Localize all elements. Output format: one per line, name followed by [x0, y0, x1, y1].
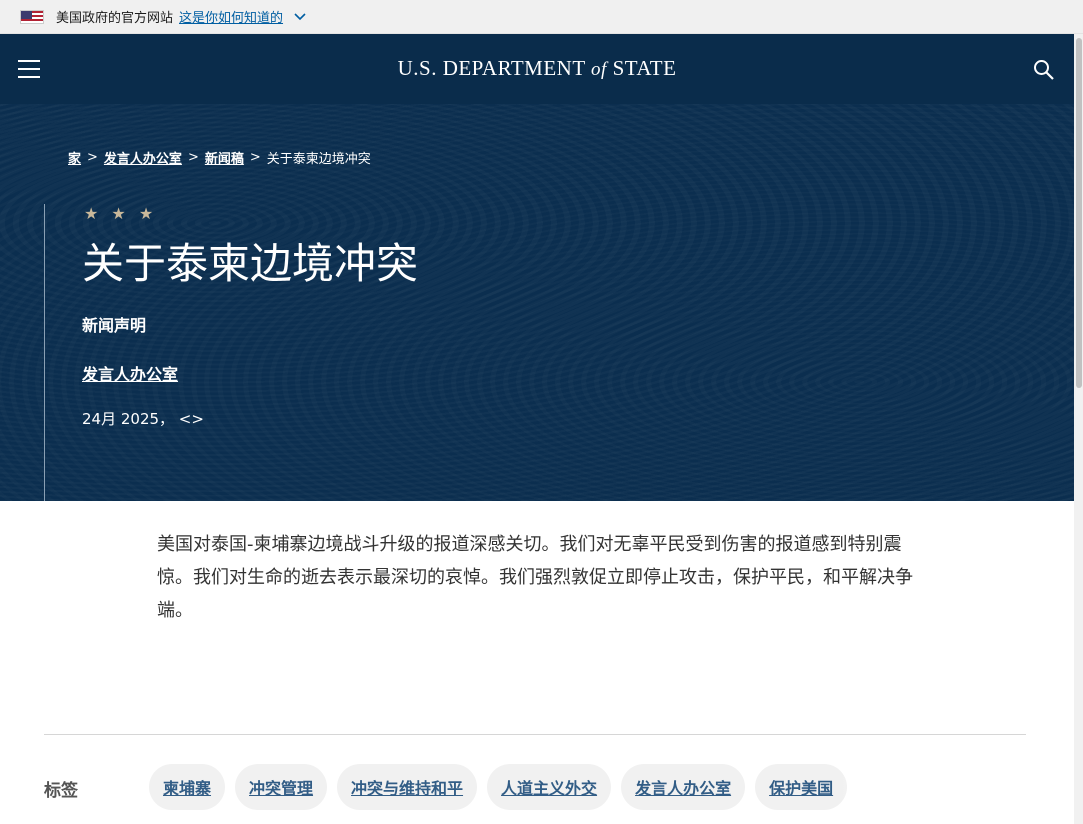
page-title: 关于泰柬边境冲突: [82, 239, 419, 288]
how-you-know-link[interactable]: 这是你如何知道的: [179, 7, 283, 26]
tag-conflict-management[interactable]: 冲突管理: [235, 764, 328, 810]
tags-label: 标签: [44, 781, 78, 801]
us-flag-icon: [20, 9, 44, 24]
breadcrumb-home[interactable]: 家: [68, 148, 81, 167]
breadcrumb-separator: >: [249, 150, 261, 165]
chevron-down-icon[interactable]: [293, 10, 307, 24]
publish-date: 24月 2025， <>: [82, 410, 204, 428]
breadcrumb-press-releases[interactable]: 新闻稿: [205, 148, 244, 167]
site-logo[interactable]: U.S. DEPARTMENT of STATE: [0, 56, 1074, 81]
tag-spokesperson-office[interactable]: 发言人办公室: [621, 764, 746, 810]
breadcrumb-separator: >: [187, 150, 199, 165]
hero-divider: [44, 204, 45, 501]
site-header: U.S. DEPARTMENT of STATE: [0, 34, 1074, 104]
hero-banner: 家 > 发言人办公室 > 新闻稿 > 关于泰柬边境冲突 ★ ★ ★ 关于泰柬边境…: [0, 104, 1074, 501]
divider: [44, 734, 1026, 735]
office-link[interactable]: 发言人办公室: [82, 361, 178, 385]
tag-protecting-america[interactable]: 保护美国: [755, 764, 848, 810]
document-type: 新闻声明: [82, 316, 147, 335]
breadcrumb-separator: >: [87, 150, 98, 165]
statement-body: 美国对泰国-柬埔寨边境战斗升级的报道深感关切。我们对无辜平民受到伤害的报道感到特…: [157, 534, 913, 621]
tag-cambodia[interactable]: 柬埔寨: [149, 764, 226, 810]
tag-conflict-peacekeeping[interactable]: 冲突与维持和平: [337, 764, 478, 810]
tags-overflow-fade: [840, 760, 1074, 820]
breadcrumb: 家 > 发言人办公室 > 新闻稿 > 关于泰柬边境冲突: [68, 148, 371, 167]
breadcrumb-current: 关于泰柬边境冲突: [266, 152, 371, 167]
search-icon[interactable]: [1032, 58, 1056, 82]
gov-banner: 美国政府的官方网站 这是你如何知道的: [0, 0, 1083, 34]
gov-banner-text: 美国政府的官方网站: [56, 11, 174, 26]
tags-list: 柬埔寨 冲突管理 冲突与维持和平 人道主义外交 发言人办公室 保护美国: [149, 764, 848, 810]
star-icon: ★ ★ ★: [84, 204, 158, 223]
scrollbar-thumb[interactable]: [1076, 38, 1082, 388]
tag-humanitarian-diplomacy[interactable]: 人道主义外交: [487, 764, 612, 810]
breadcrumb-spokesperson[interactable]: 发言人办公室: [104, 148, 182, 167]
